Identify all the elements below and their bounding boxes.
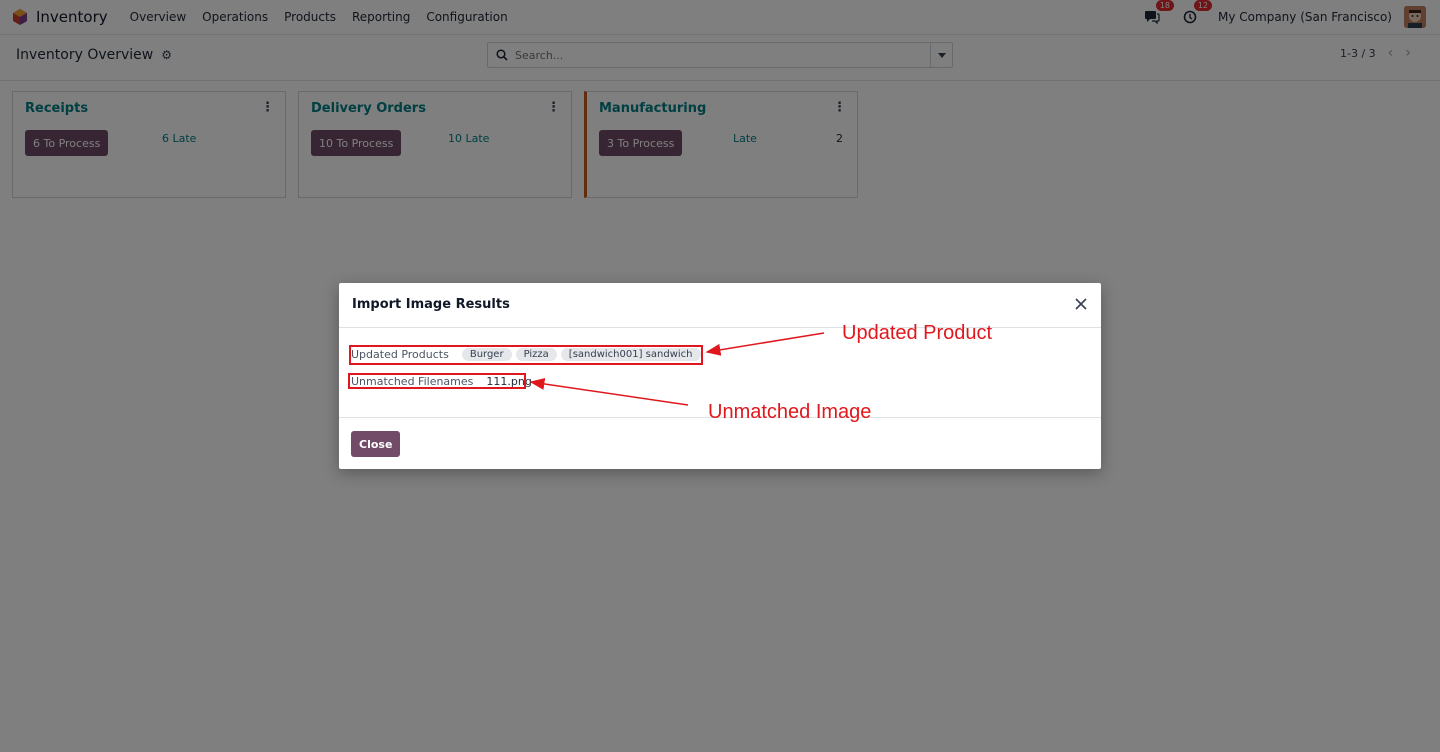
unmatched-filenames-highlight [348, 373, 526, 389]
unmatched-image-annotation: Unmatched Image [708, 401, 872, 423]
close-button[interactable]: Close [351, 431, 401, 457]
dialog-footer: Close [339, 418, 1101, 469]
updated-product-annotation: Updated Product [842, 322, 993, 344]
updated-products-highlight [349, 345, 703, 365]
close-icon[interactable] [1073, 296, 1089, 312]
dialog-title: Import Image Results [352, 297, 510, 312]
